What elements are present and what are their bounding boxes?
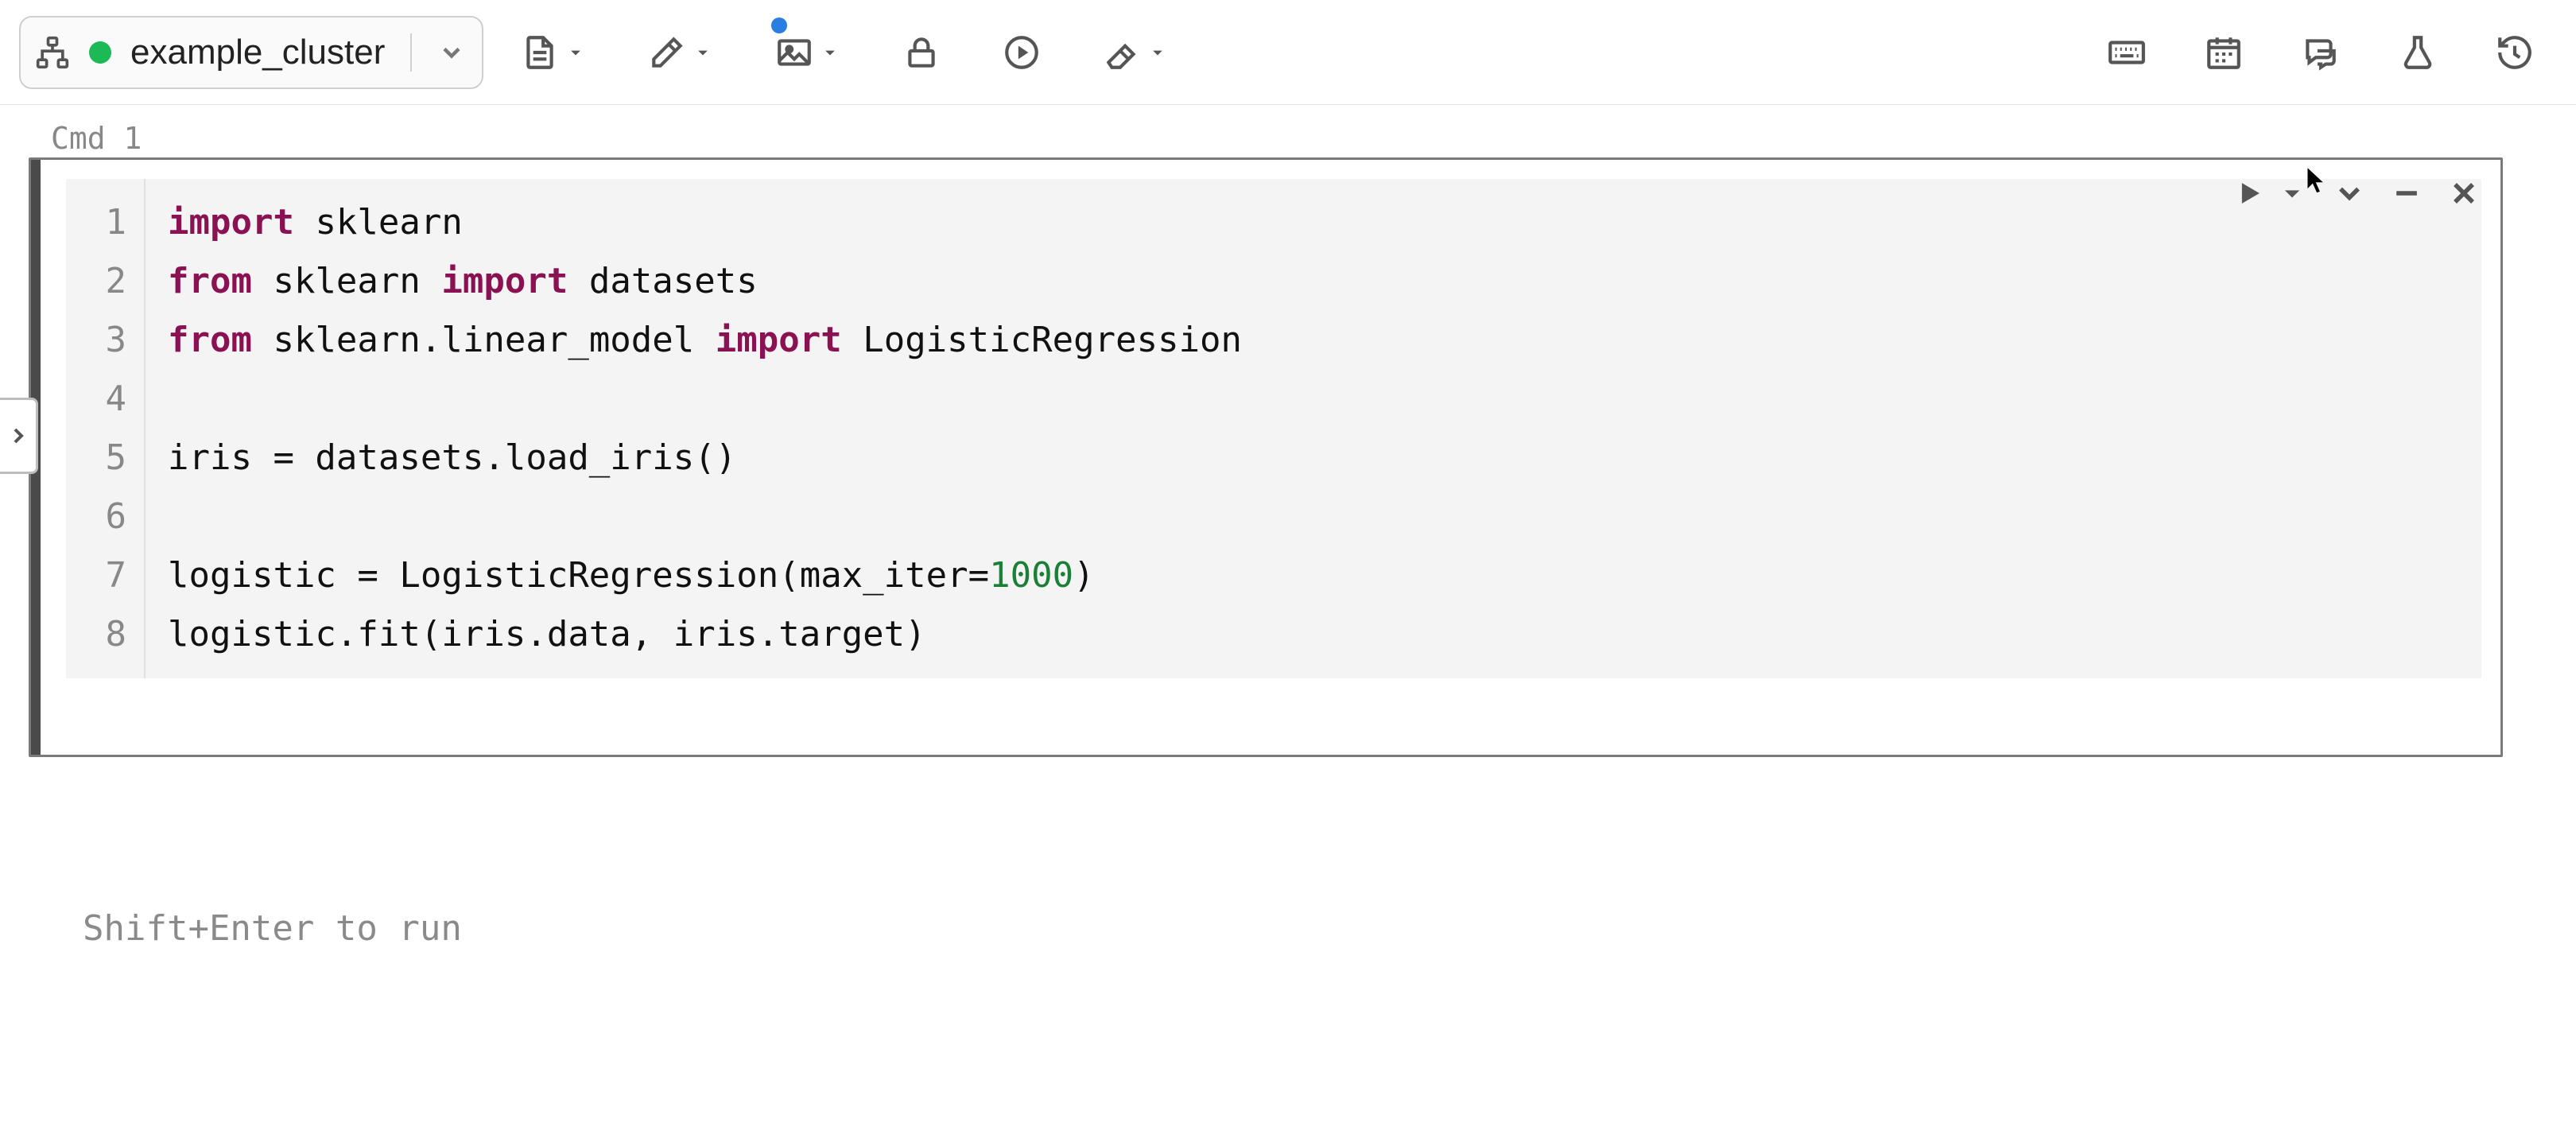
line-number: 4	[66, 370, 126, 429]
caret-down-icon	[692, 41, 714, 64]
code-line[interactable]: iris = datasets.load_iris()	[168, 429, 1242, 487]
code-line[interactable]: from sklearn import datasets	[168, 252, 1242, 311]
revision-icon[interactable]	[2495, 33, 2535, 72]
run-cell-button[interactable]	[2232, 176, 2267, 211]
code-line[interactable]	[168, 370, 1242, 429]
caret-down-icon	[1146, 41, 1169, 64]
view-menu-button[interactable]	[760, 23, 855, 82]
line-number: 1	[66, 193, 126, 252]
run-all-button[interactable]	[987, 23, 1056, 82]
close-icon[interactable]	[2446, 176, 2481, 211]
line-number: 3	[66, 311, 126, 370]
cluster-selector[interactable]: example_cluster	[19, 16, 483, 89]
file-icon	[520, 33, 560, 72]
cluster-name: example_cluster	[130, 33, 385, 72]
cell-label: Cmd 1	[51, 121, 142, 156]
file-menu-button[interactable]	[506, 23, 601, 82]
code-cell[interactable]: 12345678 import sklearnfrom sklearn impo…	[29, 157, 2503, 757]
caret-down-icon	[564, 41, 587, 64]
clear-menu-button[interactable]	[1088, 23, 1183, 82]
code-line[interactable]	[168, 487, 1242, 546]
lock-icon	[902, 33, 941, 72]
expand-right-icon[interactable]	[0, 398, 38, 474]
code-line[interactable]: logistic.fit(iris.data, iris.target)	[168, 605, 1242, 664]
chevron-down-icon[interactable]	[2332, 176, 2367, 211]
code-content[interactable]: import sklearnfrom sklearn import datase…	[145, 179, 1242, 678]
code-editor[interactable]: 12345678 import sklearnfrom sklearn impo…	[66, 179, 2481, 678]
line-number-gutter: 12345678	[66, 179, 145, 678]
line-number: 6	[66, 487, 126, 546]
comments-icon[interactable]	[2301, 33, 2341, 72]
caret-down-icon	[819, 41, 841, 64]
code-line[interactable]: logistic = LogisticRegression(max_iter=1…	[168, 546, 1242, 605]
clear-icon	[1102, 33, 1142, 72]
line-number: 5	[66, 429, 126, 487]
divider	[410, 33, 412, 72]
toolbar-right	[2107, 33, 2557, 72]
edit-menu-button[interactable]	[633, 23, 728, 82]
line-number: 8	[66, 605, 126, 664]
cluster-status-dot	[89, 41, 111, 64]
notification-dot-icon	[771, 17, 787, 33]
run-hint: Shift+Enter to run	[83, 908, 462, 949]
image-icon	[774, 33, 814, 72]
run-cell-menu-caret[interactable]	[2275, 176, 2310, 211]
chevron-down-icon[interactable]	[437, 38, 466, 67]
run-all-icon	[1002, 33, 1042, 72]
notebook-toolbar: example_cluster	[0, 0, 2576, 105]
code-line[interactable]: import sklearn	[168, 193, 1242, 252]
line-number: 7	[66, 546, 126, 605]
edit-icon	[647, 33, 687, 72]
permissions-button[interactable]	[887, 23, 956, 82]
keyboard-icon[interactable]	[2107, 33, 2147, 72]
cell-actions	[2232, 176, 2481, 211]
line-number: 2	[66, 252, 126, 311]
minimize-icon[interactable]	[2389, 176, 2424, 211]
code-line[interactable]: from sklearn.linear_model import Logisti…	[168, 311, 1242, 370]
hierarchy-icon	[35, 35, 70, 70]
experiments-icon[interactable]	[2398, 33, 2438, 72]
schedule-icon[interactable]	[2204, 33, 2244, 72]
